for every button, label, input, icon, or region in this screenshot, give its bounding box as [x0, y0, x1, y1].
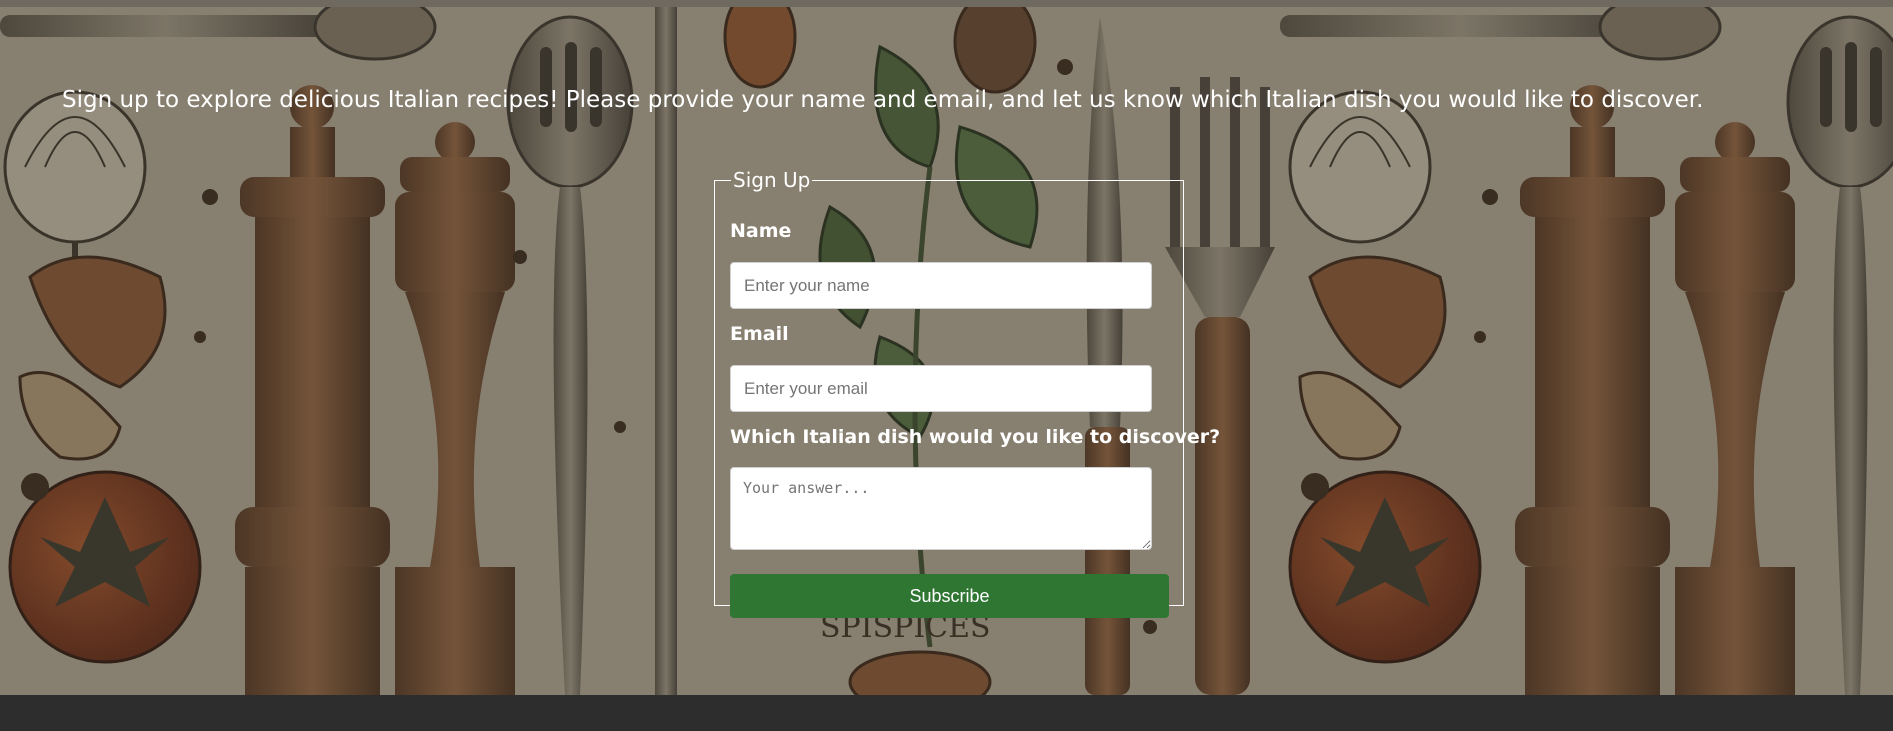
name-input[interactable]: [730, 262, 1152, 309]
form-legend: Sign Up: [733, 168, 811, 192]
email-input[interactable]: [730, 365, 1152, 412]
footer-band: [0, 695, 1893, 731]
signup-form: Sign Up Name Email Which Italian dish wo…: [714, 168, 1220, 618]
page: SPISPICES Sign up to explore delicious I…: [0, 0, 1893, 731]
dish-question-label: Which Italian dish would you like to dis…: [730, 426, 1221, 448]
email-label: Email: [730, 323, 789, 345]
subscribe-button[interactable]: Subscribe: [730, 574, 1169, 618]
dish-answer-textarea[interactable]: [730, 467, 1152, 550]
intro-text: Sign up to explore delicious Italian rec…: [62, 87, 1704, 113]
top-strip: [0, 0, 1893, 7]
name-label: Name: [730, 220, 792, 242]
